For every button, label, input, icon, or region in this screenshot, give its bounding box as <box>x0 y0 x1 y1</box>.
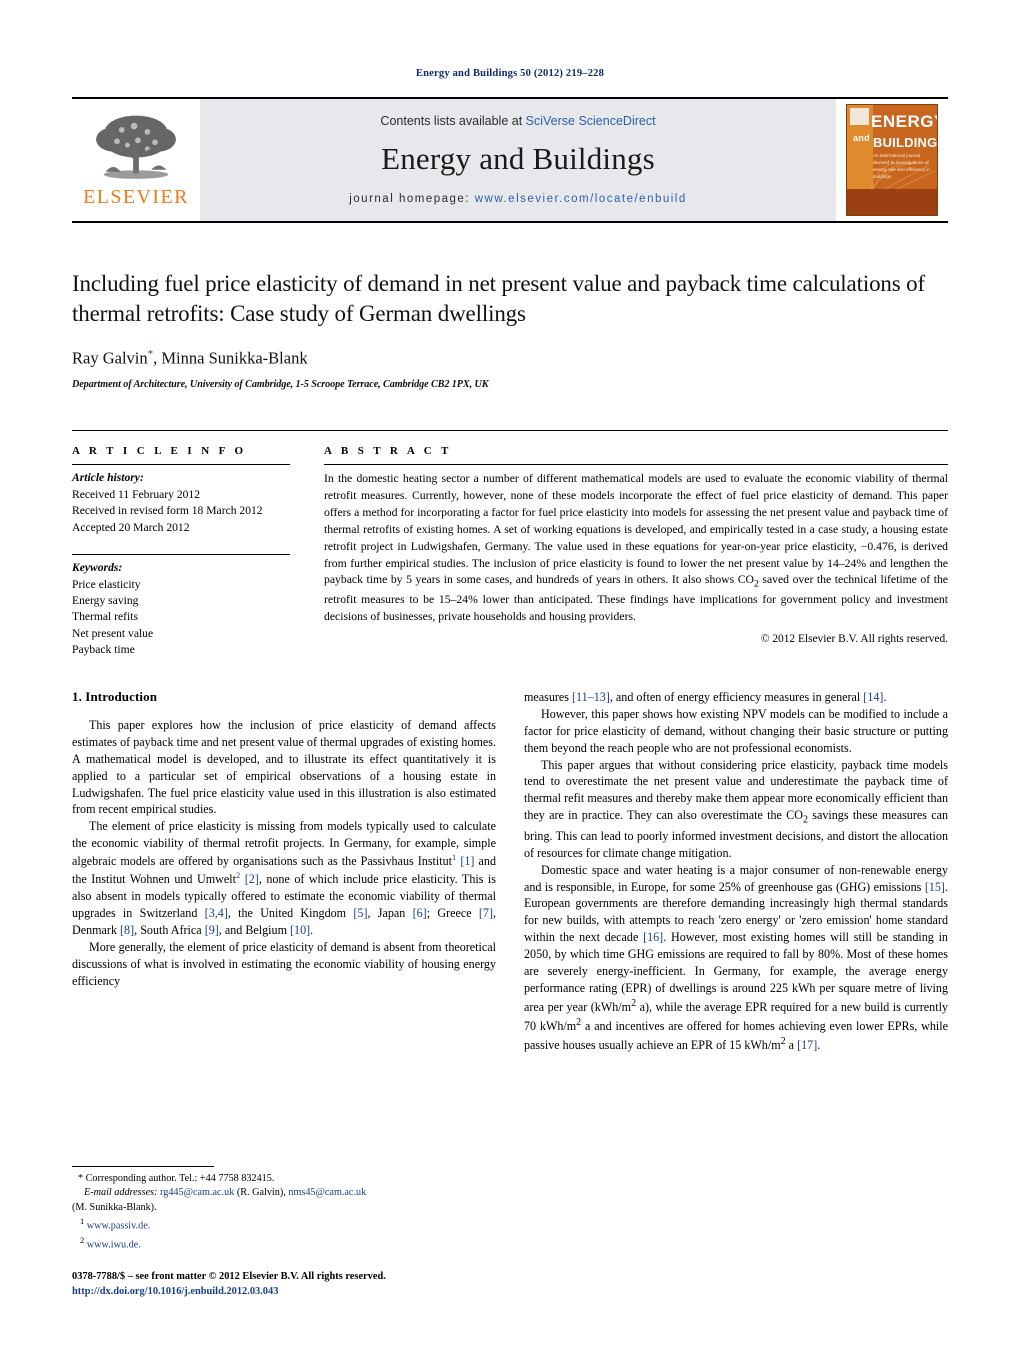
elsevier-wordmark: ELSEVIER <box>83 186 189 208</box>
keyword-item: Energy saving <box>72 594 139 607</box>
journal-masthead: ELSEVIER Contents lists available at Sci… <box>72 97 948 223</box>
sciencedirect-link[interactable]: SciVerse ScienceDirect <box>526 114 656 128</box>
keyword-item: Net present value <box>72 626 154 640</box>
article-history-group: Article history: Received 11 February 20… <box>72 465 290 536</box>
info-divider-mid <box>72 554 290 556</box>
body-paragraph: measures [11–13], and often of energy ef… <box>524 689 887 704</box>
left-column: 1. Introduction This paper explores how … <box>72 689 496 1054</box>
doi-link[interactable]: http://dx.doi.org/10.1016/j.enbuild.2012… <box>72 1284 496 1299</box>
author-first: Ray Galvin <box>72 348 148 368</box>
cover-title-line1: ENERGY <box>871 112 937 131</box>
homepage-prefix: journal homepage: <box>349 192 475 205</box>
article-history-label: Article history: <box>72 471 144 485</box>
asterisk-icon: * <box>78 1172 86 1184</box>
cover-subtitle: An international journal devoted to inve… <box>873 153 930 179</box>
masthead-center: Contents lists available at SciVerse Sci… <box>200 99 836 221</box>
email-note-cont: (M. Sunikka-Blank). <box>72 1201 496 1215</box>
body-paragraph: The element of price elasticity is missi… <box>72 819 497 937</box>
email-note: E-mail addresses: rg445@cam.ac.uk (R. Ga… <box>72 1186 496 1200</box>
issn-line: 0378-7788/$ – see front matter © 2012 El… <box>72 1270 386 1282</box>
email-link-1[interactable]: rg445@cam.ac.uk <box>160 1187 234 1198</box>
homepage-url-link[interactable]: www.elsevier.com/locate/enbuild <box>475 193 687 205</box>
footnote-1: 1 www.passiv.de. <box>72 1215 496 1234</box>
body-paragraph: More generally, the element of price ela… <box>72 939 496 988</box>
history-item: Accepted 20 March 2012 <box>72 520 190 534</box>
journal-cover-cell: ENERGY and BUILDINGS An international jo… <box>836 99 948 221</box>
email-label: E-mail addresses: <box>84 1187 158 1199</box>
keywords-label: Keywords: <box>72 561 123 575</box>
footnote-2: 2 www.iwu.de. <box>72 1234 496 1253</box>
journal-cover-thumbnail: ENERGY and BUILDINGS An international jo… <box>846 104 938 216</box>
abstract-column: A B S T R A C T In the domestic heating … <box>314 431 948 659</box>
section-heading-introduction: 1. Introduction <box>72 688 158 704</box>
abstract-text: In the domestic heating sector a number … <box>324 472 948 623</box>
keyword-item: Price elasticity <box>72 577 141 591</box>
elsevier-tree-icon <box>96 115 176 179</box>
body-paragraph: This paper explores how the inclusion of… <box>72 717 496 817</box>
corresponding-author-note: * Corresponding author. Tel.: +44 7758 8… <box>72 1172 496 1186</box>
page-title: Including fuel price elasticity of deman… <box>72 271 926 326</box>
footnote-block: * Corresponding author. Tel.: +44 7758 8… <box>72 1165 496 1299</box>
footnote-1-marker: 1 <box>80 1216 85 1227</box>
contents-available-line: Contents lists available at SciVerse Sci… <box>380 114 655 128</box>
keywords-group: Keywords: Price elasticity Energy saving… <box>72 548 290 659</box>
history-item: Received 11 February 2012 <box>72 487 201 501</box>
corresponding-author-text: Corresponding author. Tel.: +44 7758 832… <box>85 1172 275 1184</box>
footnote-2-marker: 2 <box>80 1234 85 1245</box>
journal-homepage-line: journal homepage: www.elsevier.com/locat… <box>349 193 687 205</box>
keyword-item: Payback time <box>72 643 135 657</box>
journal-title: Energy and Buildings <box>381 140 655 176</box>
abstract-heading: A B S T R A C T <box>324 445 452 458</box>
abstract-copyright: © 2012 Elsevier B.V. All rights reserved… <box>760 633 948 646</box>
affiliation: Department of Architecture, University o… <box>72 379 489 391</box>
running-head: Energy and Buildings 50 (2012) 219–228 <box>415 68 605 79</box>
footnote-1-link[interactable]: www.passiv.de. <box>87 1220 150 1231</box>
history-item: Received in revised form 18 March 2012 <box>72 504 263 518</box>
imprint-block: 0378-7788/$ – see front matter © 2012 El… <box>72 1269 496 1299</box>
footnote-divider <box>72 1165 214 1167</box>
body-paragraph: This paper argues that without consideri… <box>524 757 948 860</box>
body-paragraph: Domestic space and water heating is a ma… <box>524 862 948 1052</box>
elsevier-logo: ELSEVIER <box>72 99 200 221</box>
body-paragraph: However, this paper shows how existing N… <box>524 706 948 755</box>
email-name-1: (R. Galvin), <box>236 1187 286 1199</box>
author-list: Ray Galvin*, Minna Sunikka-Blank <box>72 348 948 369</box>
footnote-2-link[interactable]: www.iwu.de. <box>87 1239 141 1250</box>
cover-title-line3: BUILDINGS <box>873 135 938 150</box>
right-column: measures [11–13], and often of energy ef… <box>524 689 948 1054</box>
cover-bottom-band <box>847 189 937 215</box>
contents-prefix: Contents lists available at <box>380 113 526 128</box>
body-columns: 1. Introduction This paper explores how … <box>72 689 948 1054</box>
article-info-column: A R T I C L E I N F O Article history: R… <box>72 431 314 659</box>
article-info-heading: A R T I C L E I N F O <box>72 445 247 458</box>
email-link-2[interactable]: nms45@cam.ac.uk <box>288 1187 366 1198</box>
email-name-2: (M. Sunikka-Blank). <box>72 1201 157 1213</box>
author-rest: , Minna Sunikka-Blank <box>153 348 308 368</box>
cover-publisher-mark <box>850 108 869 125</box>
info-abstract-region: A R T I C L E I N F O Article history: R… <box>72 430 948 659</box>
paper-page: Energy and Buildings 50 (2012) 219–228 E… <box>0 0 1020 1351</box>
keyword-item: Thermal refits <box>72 610 138 624</box>
